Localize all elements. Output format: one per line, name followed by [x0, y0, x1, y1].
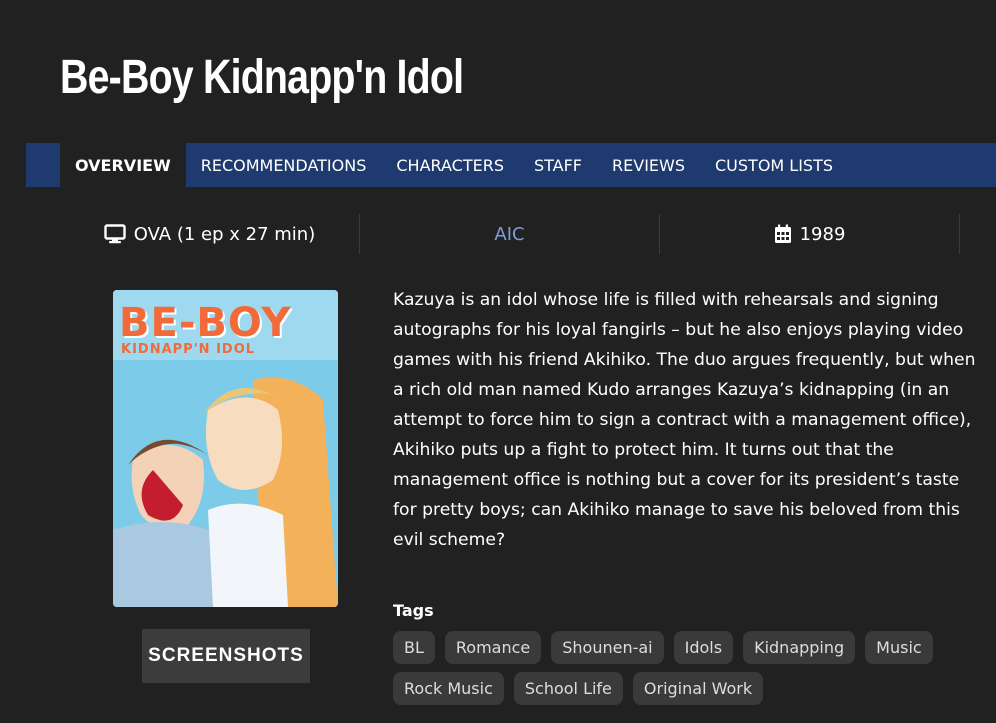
tag-romance[interactable]: Romance [444, 631, 542, 664]
monitor-icon [104, 224, 126, 244]
studio-link[interactable]: AIC [494, 224, 524, 245]
tab-overview[interactable]: OVERVIEW [60, 143, 186, 187]
page-title: Be-Boy Kidnapp'n Idol [60, 51, 464, 104]
info-year: 1989 [660, 214, 960, 254]
info-type: OVA (1 ep x 27 min) [60, 214, 360, 254]
info-studio: AIC [360, 214, 660, 254]
tag-kidnapping[interactable]: Kidnapping [743, 631, 856, 664]
tag-idols[interactable]: Idols [673, 631, 734, 664]
info-bar: OVA (1 ep x 27 min) AIC 1989 [60, 214, 960, 254]
screenshots-button[interactable]: SCREENSHOTS [142, 629, 310, 683]
tab-staff[interactable]: STAFF [519, 143, 597, 187]
tags-list: BL Romance Shounen-ai Idols Kidnapping M… [393, 631, 993, 705]
anime-page: Be-Boy Kidnapp'n Idol OVERVIEW RECOMMEND… [0, 0, 996, 723]
tab-custom-lists[interactable]: CUSTOM LISTS [700, 143, 848, 187]
cover-logo-subtext: KIDNAPP'N IDOL [121, 342, 256, 357]
info-type-text: OVA (1 ep x 27 min) [133, 223, 316, 245]
tab-navigation: OVERVIEW RECOMMENDATIONS CHARACTERS STAF… [26, 143, 996, 187]
tags-heading: Tags [393, 601, 434, 620]
tab-recommendations[interactable]: RECOMMENDATIONS [186, 143, 382, 187]
tag-rock-music[interactable]: Rock Music [393, 672, 504, 705]
tag-school-life[interactable]: School Life [513, 672, 623, 705]
tab-characters[interactable]: CHARACTERS [381, 143, 519, 187]
synopsis: Kazuya is an idol whose life is filled w… [393, 290, 976, 550]
tag-shounen-ai[interactable]: Shounen-ai [551, 631, 664, 664]
info-year-text: 1989 [799, 223, 846, 245]
tag-music[interactable]: Music [865, 631, 933, 664]
cover-image: BE-BOY KIDNAPP'N IDOL [113, 290, 338, 607]
cover-logo-text: BE-BOY [119, 300, 292, 346]
tag-bl[interactable]: BL [393, 631, 435, 664]
calendar-icon [774, 224, 792, 244]
tag-original-work[interactable]: Original Work [632, 672, 764, 705]
tab-reviews[interactable]: REVIEWS [597, 143, 700, 187]
